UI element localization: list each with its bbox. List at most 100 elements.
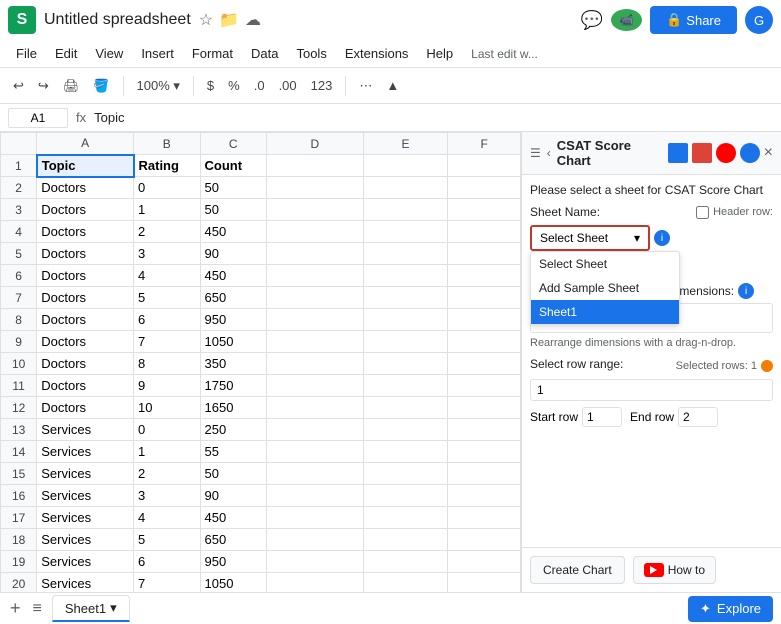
cell-9-b[interactable]: 7 — [134, 331, 201, 353]
table-row[interactable]: 7Doctors5650 — [1, 287, 521, 309]
add-sheet-button[interactable]: + — [8, 596, 23, 621]
cell-reference[interactable] — [8, 108, 68, 128]
undo-button[interactable]: ↩ — [8, 75, 29, 97]
row-number[interactable]: 5 — [1, 243, 37, 265]
cell-13-e[interactable] — [363, 419, 448, 441]
table-row[interactable]: 8Doctors6950 — [1, 309, 521, 331]
row-number[interactable]: 4 — [1, 221, 37, 243]
menu-last-edit[interactable]: Last edit w... — [463, 45, 546, 63]
comments-icon[interactable]: 💬 — [581, 10, 603, 31]
cell-16-c[interactable]: 90 — [200, 485, 267, 507]
cell-5-f[interactable] — [448, 243, 521, 265]
cell-10-c[interactable]: 350 — [200, 353, 267, 375]
cell-15-b[interactable]: 2 — [134, 463, 201, 485]
cell-17-b[interactable]: 4 — [134, 507, 201, 529]
cell-4-a[interactable]: Doctors — [37, 221, 134, 243]
cell-9-e[interactable] — [363, 331, 448, 353]
table-row[interactable]: 9Doctors71050 — [1, 331, 521, 353]
cell-2-f[interactable] — [448, 177, 521, 199]
currency-button[interactable]: $ — [202, 75, 219, 96]
cell-12-f[interactable] — [448, 397, 521, 419]
menu-view[interactable]: View — [87, 44, 131, 63]
cell-4-e[interactable] — [363, 221, 448, 243]
table-row[interactable]: 15Services250 — [1, 463, 521, 485]
cell-18-c[interactable]: 650 — [200, 529, 267, 551]
col-header-d[interactable]: D — [267, 133, 364, 155]
chartexpo-user-icon[interactable] — [740, 143, 760, 163]
cell-3-c[interactable]: 50 — [200, 199, 267, 221]
cell-19-a[interactable]: Services — [37, 551, 134, 573]
cell-14-b[interactable]: 1 — [134, 441, 201, 463]
menu-format[interactable]: Format — [184, 44, 241, 63]
cell-3-b[interactable]: 1 — [134, 199, 201, 221]
cell-14-f[interactable] — [448, 441, 521, 463]
menu-file[interactable]: File — [8, 44, 45, 63]
row-number[interactable]: 3 — [1, 199, 37, 221]
dropdown-option-select-sheet[interactable]: Select Sheet — [531, 252, 679, 276]
cell-1-b[interactable]: Rating — [134, 155, 201, 177]
menu-edit[interactable]: Edit — [47, 44, 85, 63]
table-row[interactable]: 14Services155 — [1, 441, 521, 463]
cell-11-a[interactable]: Doctors — [37, 375, 134, 397]
cell-2-d[interactable] — [267, 177, 364, 199]
redo-button[interactable]: ↪ — [33, 75, 54, 97]
cell-8-f[interactable] — [448, 309, 521, 331]
cell-4-d[interactable] — [267, 221, 364, 243]
format-button[interactable]: 123 — [306, 75, 338, 96]
explore-button[interactable]: ✦ Explore — [688, 596, 773, 622]
cell-20-d[interactable] — [267, 573, 364, 593]
cell-3-e[interactable] — [363, 199, 448, 221]
cell-1-c[interactable]: Count — [200, 155, 267, 177]
row-number[interactable]: 19 — [1, 551, 37, 573]
cell-11-e[interactable] — [363, 375, 448, 397]
zoom-button[interactable]: 100% ▾ — [132, 75, 185, 97]
row-number[interactable]: 14 — [1, 441, 37, 463]
row-number[interactable]: 20 — [1, 573, 37, 593]
decimal1-button[interactable]: .0 — [249, 75, 270, 96]
table-row[interactable]: 1TopicRatingCount — [1, 155, 521, 177]
cell-5-b[interactable]: 3 — [134, 243, 201, 265]
cell-12-a[interactable]: Doctors — [37, 397, 134, 419]
cell-19-d[interactable] — [267, 551, 364, 573]
cell-20-a[interactable]: Services — [37, 573, 134, 593]
cell-18-e[interactable] — [363, 529, 448, 551]
col-header-f[interactable]: F — [448, 133, 521, 155]
row-range-input[interactable] — [530, 379, 773, 401]
menu-data[interactable]: Data — [243, 44, 286, 63]
cell-16-e[interactable] — [363, 485, 448, 507]
table-row[interactable]: 10Doctors8350 — [1, 353, 521, 375]
cell-11-d[interactable] — [267, 375, 364, 397]
chartexpo-icon1[interactable] — [668, 143, 688, 163]
cell-16-f[interactable] — [448, 485, 521, 507]
cell-19-f[interactable] — [448, 551, 521, 573]
print-button[interactable]: 🖨 — [58, 75, 85, 97]
cell-14-a[interactable]: Services — [37, 441, 134, 463]
cell-12-d[interactable] — [267, 397, 364, 419]
info-icon-3[interactable]: i — [738, 283, 754, 299]
cell-3-f[interactable] — [448, 199, 521, 221]
cell-6-d[interactable] — [267, 265, 364, 287]
formula-input[interactable] — [94, 110, 773, 125]
cloud-icon[interactable]: ☁ — [245, 10, 261, 30]
decimal2-button[interactable]: .00 — [274, 75, 302, 96]
table-row[interactable]: 17Services4450 — [1, 507, 521, 529]
cell-8-c[interactable]: 950 — [200, 309, 267, 331]
table-row[interactable]: 16Services390 — [1, 485, 521, 507]
meet-icon[interactable]: 📹 — [611, 9, 642, 31]
cell-20-c[interactable]: 1050 — [200, 573, 267, 593]
row-number[interactable]: 2 — [1, 177, 37, 199]
table-scroll[interactable]: A B C D E F 1TopicRatingCount2Doctors050… — [0, 132, 521, 592]
cell-5-e[interactable] — [363, 243, 448, 265]
cell-13-a[interactable]: Services — [37, 419, 134, 441]
table-row[interactable]: 4Doctors2450 — [1, 221, 521, 243]
sheet-select[interactable]: Select Sheet ▾ — [530, 225, 650, 251]
cell-6-b[interactable]: 4 — [134, 265, 201, 287]
menu-help[interactable]: Help — [418, 44, 461, 63]
table-row[interactable]: 5Doctors390 — [1, 243, 521, 265]
row-number[interactable]: 9 — [1, 331, 37, 353]
cell-11-f[interactable] — [448, 375, 521, 397]
cell-10-b[interactable]: 8 — [134, 353, 201, 375]
table-row[interactable]: 11Doctors91750 — [1, 375, 521, 397]
cell-5-d[interactable] — [267, 243, 364, 265]
cell-7-f[interactable] — [448, 287, 521, 309]
